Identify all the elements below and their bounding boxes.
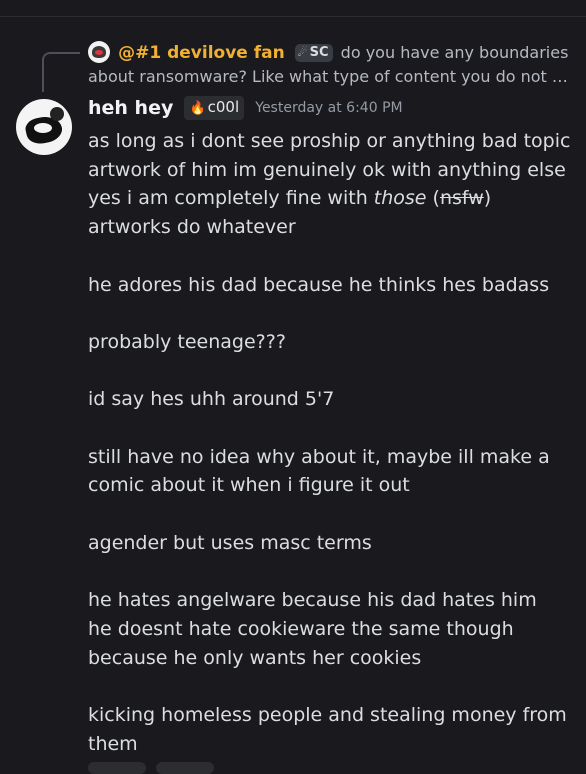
role-tag-label: c00l: [207, 98, 240, 116]
message-line: he doesnt hate cookieware the same thoug…: [88, 617, 514, 640]
message-line: he hates angelware because his dad hates…: [88, 589, 537, 612]
username[interactable]: heh hey: [88, 97, 173, 119]
reply-connector: [42, 52, 80, 92]
reply-server-tag: ☄ SC: [294, 44, 333, 62]
reaction-pill[interactable]: [156, 762, 214, 774]
timestamp[interactable]: Yesterday at 6:40 PM: [255, 100, 402, 116]
message-header: heh hey 🔥 c00l Yesterday at 6:40 PM: [88, 96, 403, 128]
reply-avatar[interactable]: [88, 41, 110, 63]
avatar[interactable]: [16, 99, 72, 155]
reply-author[interactable]: @#1 devilove fan: [118, 43, 285, 63]
top-divider: [0, 16, 586, 17]
message-line: as long as i dont see proship or anythin…: [88, 130, 571, 181]
reply-preview[interactable]: @#1 devilove fan ☄ SC do you have any bou…: [88, 41, 578, 89]
reaction-pill[interactable]: [88, 762, 146, 774]
emphasis-text: those: [373, 187, 427, 210]
message-line: because he only wants her cookies: [88, 646, 422, 669]
message-line: still have no idea why about it, maybe i…: [88, 445, 550, 497]
flame-icon: ☄: [297, 46, 308, 59]
flame-icon: 🔥: [189, 101, 206, 116]
message-line: probably teenage???: [88, 330, 286, 353]
reply-tag-label: SC: [309, 45, 329, 60]
role-tag[interactable]: 🔥 c00l: [184, 96, 245, 120]
message-line: agender but uses masc terms: [88, 531, 372, 554]
message-line: id say hes uhh around 5'7: [88, 388, 335, 411]
message-line: he adores his dad because he thinks hes …: [88, 273, 550, 296]
message-line: yes i am completely fine with those (nsf…: [88, 187, 492, 239]
message-line: kicking homeless people and stealing mon…: [88, 703, 567, 755]
strikethrough-text: nsfw: [439, 187, 484, 210]
message-body: as long as i dont see proship or anythin…: [88, 127, 578, 758]
